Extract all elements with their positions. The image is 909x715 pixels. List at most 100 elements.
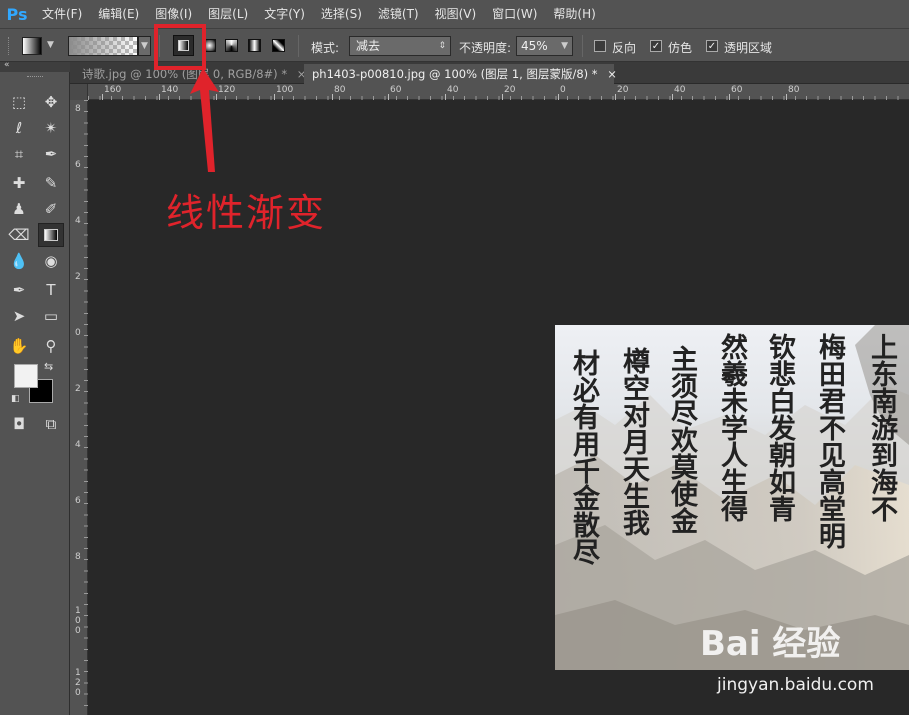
menu-window[interactable]: 窗口(W)	[484, 0, 545, 28]
healing-brush-tool-icon[interactable]: ✚	[6, 171, 32, 195]
ruler-label: 80	[334, 85, 346, 95]
ruler-label: 100	[276, 85, 294, 95]
ruler-label: 6	[75, 496, 81, 506]
gradient-dropdown-button[interactable]: ▼	[138, 36, 151, 56]
options-bar: ▼ ▼ 模式: 减去 ⇕ 不透明度: 45% ▼ 反向 ✓ 仿色 ✓ 透明区域	[0, 28, 909, 62]
ruler-label: 20	[504, 85, 516, 95]
ruler-label: 0	[75, 328, 81, 338]
check-icon: ✓	[651, 40, 661, 52]
opacity-value: 45%	[521, 39, 548, 53]
tab-label: ph1403-p00810.jpg @ 100% (图层 1, 图层蒙版/8) …	[312, 67, 598, 81]
menu-select[interactable]: 选择(S)	[313, 0, 370, 28]
gradient-tool-icon[interactable]	[38, 223, 64, 247]
menu-help[interactable]: 帮助(H)	[545, 0, 603, 28]
ruler-label: 40	[674, 85, 686, 95]
pen-tool-icon[interactable]: ✒	[6, 278, 32, 302]
panel-header[interactable]: «	[0, 60, 70, 72]
diamond-gradient-button[interactable]	[272, 39, 285, 52]
eraser-tool-icon[interactable]: ⌫	[6, 223, 32, 247]
magic-wand-tool-icon[interactable]: ✴	[38, 116, 64, 140]
calligraphy-column: 上东南游到海不	[866, 333, 897, 522]
menu-edit[interactable]: 编辑(E)	[90, 0, 147, 28]
calligraphy-column: 钦悲白发朝如青	[764, 333, 795, 522]
ruler-label: 140	[161, 85, 179, 95]
marquee-tool-icon[interactable]: ⬚	[6, 90, 32, 114]
menu-list: 文件(F) 编辑(E) 图像(I) 图层(L) 文字(Y) 选择(S) 滤镜(T…	[34, 0, 604, 28]
reflected-gradient-button[interactable]	[248, 39, 261, 52]
crop-tool-icon[interactable]: ⌗	[6, 142, 32, 166]
tab-photo-doc[interactable]: ph1403-p00810.jpg @ 100% (图层 1, 图层蒙版/8) …	[304, 64, 617, 84]
updown-icon: ⇕	[438, 41, 446, 51]
baidu-watermark-url: jingyan.baidu.com	[717, 675, 874, 695]
foreground-color-swatch[interactable]	[14, 364, 38, 388]
menu-type[interactable]: 文字(Y)	[256, 0, 313, 28]
ruler-label: 80	[788, 85, 800, 95]
move-tool-icon[interactable]: ✥	[38, 90, 64, 114]
mode-select[interactable]: 减去 ⇕	[349, 36, 451, 56]
tools-panel: « ⬚ ✥ ℓ ✴ ⌗ ✒ ✚ ✎ ♟ ✐ ⌫ 💧 ◉ ✒ T ➤ ▭ ✋ ⚲ …	[0, 60, 70, 715]
ruler-label: 8	[75, 104, 81, 114]
ruler-label: 1 2 0	[75, 668, 81, 698]
menu-bar: Ps 文件(F) 编辑(E) 图像(I) 图层(L) 文字(Y) 选择(S) 滤…	[0, 0, 909, 28]
ruler-label: 2	[75, 272, 81, 282]
calligraphy-column: 材必有用千金散尽	[568, 349, 599, 565]
transparency-checkbox[interactable]: ✓	[706, 40, 718, 52]
calligraphy-column: 梅田君不见高堂明	[814, 333, 845, 549]
menu-file[interactable]: 文件(F)	[34, 0, 90, 28]
reverse-checkbox[interactable]	[594, 40, 606, 52]
ruler-label: 6	[75, 160, 81, 170]
ruler-label: 60	[731, 85, 743, 95]
calligraphy-column: 主须尽欢莫使金	[666, 345, 697, 534]
zoom-tool-icon[interactable]: ⚲	[38, 334, 64, 358]
blur-tool-icon[interactable]: 💧	[6, 249, 32, 273]
collapse-icon[interactable]: «	[4, 60, 10, 70]
menu-layer[interactable]: 图层(L)	[200, 0, 256, 28]
clone-stamp-tool-icon[interactable]: ♟	[6, 197, 32, 221]
ruler-label: 2	[75, 384, 81, 394]
ruler-label: 20	[617, 85, 629, 95]
brush-tool-icon[interactable]: ✎	[38, 171, 64, 195]
opacity-input[interactable]: 45% ▼	[516, 36, 573, 56]
calligraphy-column: 然羲未学人生得	[716, 333, 747, 522]
swap-colors-icon[interactable]: ⇆	[44, 360, 53, 373]
ruler-label: 4	[75, 440, 81, 450]
rectangle-tool-icon[interactable]: ▭	[38, 304, 64, 328]
history-brush-tool-icon[interactable]: ✐	[38, 197, 64, 221]
highlight-box	[154, 24, 206, 70]
dither-checkbox[interactable]: ✓	[650, 40, 662, 52]
panel-grip[interactable]	[27, 76, 43, 79]
dodge-tool-icon[interactable]: ◉	[38, 249, 64, 273]
calligraphy-column: 樽空对月天生我	[618, 347, 649, 536]
ruler-label: 8	[75, 552, 81, 562]
angle-gradient-button[interactable]	[225, 39, 238, 52]
chevron-down-icon[interactable]: ▼	[561, 37, 568, 55]
mode-value: 减去	[356, 39, 381, 53]
eyedropper-tool-icon[interactable]: ✒	[38, 142, 64, 166]
tool-preset-picker[interactable]	[22, 37, 42, 55]
baidu-watermark-logo: Bai 经验	[700, 624, 841, 664]
app-logo: Ps	[6, 4, 28, 24]
ruler-label: 1 0 0	[75, 606, 81, 636]
ruler-minor-ticks	[84, 100, 88, 715]
reverse-label: 反向	[612, 41, 637, 55]
opacity-label: 不透明度:	[459, 41, 512, 55]
vertical-ruler: 8 6 4 2 0 2 4 6 8 1 0 0 1 2 0	[70, 100, 88, 715]
ruler-origin[interactable]	[70, 84, 88, 100]
ruler-label: 4	[75, 216, 81, 226]
type-tool-icon[interactable]: T	[38, 278, 64, 302]
screen-mode-icon[interactable]: ⧉	[38, 412, 64, 436]
quick-mask-icon[interactable]: ◘	[6, 412, 32, 436]
menu-filter[interactable]: 滤镜(T)	[370, 0, 427, 28]
hand-tool-icon[interactable]: ✋	[6, 334, 32, 358]
mode-label: 模式:	[311, 41, 340, 55]
tool-preset-dropdown-icon[interactable]: ▼	[47, 40, 54, 50]
annotation-label: 线性渐变	[166, 191, 327, 235]
path-selection-tool-icon[interactable]: ➤	[6, 304, 32, 328]
panel-grip[interactable]	[8, 37, 11, 55]
lasso-tool-icon[interactable]: ℓ	[6, 116, 32, 140]
default-colors-icon[interactable]: ◧	[11, 394, 20, 404]
ruler-label: 160	[104, 85, 122, 95]
close-icon[interactable]: ×	[607, 67, 617, 81]
gradient-preview[interactable]	[68, 36, 138, 56]
menu-view[interactable]: 视图(V)	[427, 0, 485, 28]
